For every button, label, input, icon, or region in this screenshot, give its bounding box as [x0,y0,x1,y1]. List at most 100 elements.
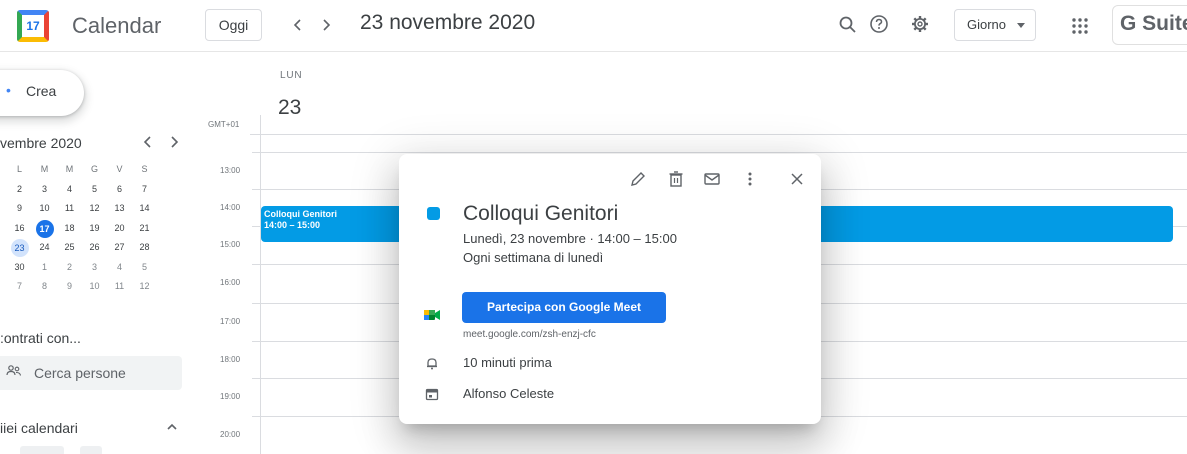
settings-button[interactable] [907,11,935,39]
hour-label: 20:00 [220,430,241,439]
mini-calendar-day[interactable]: 27 [107,238,132,258]
view-selector[interactable]: Giorno [954,9,1036,41]
mini-calendar-day[interactable]: 30 [7,258,32,278]
mini-calendar-day[interactable]: 18 [57,219,82,239]
app-title[interactable]: Calendar [72,13,161,39]
join-meet-button[interactable]: Partecipa con Google Meet [462,292,666,323]
mini-calendar-day-number: 13 [114,203,125,213]
mini-calendar-day-number: 14 [139,203,150,213]
mini-calendar-day[interactable]: 21 [132,219,157,239]
email-guests-button[interactable] [701,168,723,190]
meet-link[interactable]: meet.google.com/zsh-enzj-cfc [463,329,596,340]
mini-calendar-day[interactable]: 2 [57,258,82,278]
chevron-left-icon [293,19,301,31]
mini-calendar-grid: L M M G V S 2 3 4 5 6 7 9 10 11 12 13 14 16 17 18 19 20 21 23 24 2… [7,160,187,297]
mini-calendar-day-number: 17 [35,219,54,238]
mini-calendar-day[interactable]: 7 [132,180,157,200]
mini-calendar-day[interactable]: 10 [32,199,57,219]
mini-calendar-day[interactable]: 8 [32,277,57,297]
mini-calendar-week: 30 1 2 3 4 5 [7,258,187,278]
mini-calendar-day[interactable]: 6 [107,180,132,200]
mini-calendar-day[interactable]: 10 [82,277,107,297]
logo-day: 17 [26,19,40,33]
today-button[interactable]: Oggi [205,9,262,41]
mini-calendar-day[interactable]: 4 [107,258,132,278]
apps-button[interactable] [1068,14,1092,38]
mini-calendar-week: 16 17 18 19 20 21 [7,219,187,239]
mini-calendar-day-number: 7 [141,183,147,194]
mini-calendar-day-number: 1 [41,261,47,272]
mini-calendar-day[interactable]: 12 [132,277,157,297]
my-calendars-toggle[interactable] [166,420,178,436]
mini-calendar-day[interactable]: 25 [57,238,82,258]
popup-date-time: Lunedì, 23 novembre · 14:00 – 15:00 [463,231,677,246]
mini-calendar-day[interactable]: 11 [57,199,82,219]
mini-calendar-week: 23 24 25 26 27 28 [7,238,187,258]
top-bar: 17 Calendar Oggi 23 novembre 2020 Giorno… [0,0,1187,52]
edit-button[interactable] [627,168,649,190]
previous-day-button[interactable] [286,11,310,39]
mini-calendar-day[interactable]: 12 [82,199,107,219]
mini-calendar-day[interactable]: 5 [82,180,107,200]
edit-icon [631,172,645,186]
mini-calendar-day[interactable]: 3 [82,258,107,278]
mini-calendar-day[interactable]: 7 [7,277,32,297]
mini-calendar-day-number: 21 [139,222,150,233]
mini-calendar-day[interactable]: 20 [107,219,132,239]
mini-calendar-day[interactable]: 26 [82,238,107,258]
timezone-label: GMT+01 [208,120,240,129]
mini-calendar-day[interactable]: 3 [32,180,57,200]
close-icon [791,173,803,185]
create-button-label: Crea [26,83,57,99]
mini-calendar-day-number: 6 [116,183,122,194]
mini-calendar-day-number: 2 [66,261,72,272]
mini-calendar-day[interactable]: 23 [7,238,32,258]
mini-calendar-day[interactable]: 16 [7,219,32,239]
weekday-header: L [16,164,22,174]
calendar-logo-icon[interactable]: 17 [17,10,49,42]
mini-calendar-day-number: 4 [116,261,122,272]
my-calendars-title[interactable]: iiei calendari [0,420,78,436]
dropdown-caret-icon [1017,23,1025,28]
mini-calendar-day[interactable]: 28 [132,238,157,258]
next-day-button[interactable] [314,11,338,39]
help-button[interactable] [866,11,894,39]
mini-calendar-day[interactable]: 13 [107,199,132,219]
mini-calendar-day[interactable]: 24 [32,238,57,258]
hour-label: 14:00 [220,203,241,212]
mini-calendar-day[interactable]: 4 [57,180,82,200]
mini-next-month-button[interactable] [168,135,180,154]
bell-icon [427,358,437,370]
event-details-popup: Colloqui Genitori Lunedì, 23 novembre · … [399,154,821,424]
mini-calendar-day-number: 23 [10,239,29,257]
mini-calendar-day-number: 18 [64,222,75,233]
mini-calendar-day[interactable]: 1 [32,258,57,278]
mini-prev-month-button[interactable] [142,135,154,154]
more-options-button[interactable] [739,168,761,190]
day-number[interactable]: 23 [278,96,301,120]
mini-calendar-day[interactable]: 19 [82,219,107,239]
mini-calendar-day[interactable]: 11 [107,277,132,297]
mini-calendar-day-number: 28 [139,242,150,252]
close-button[interactable] [786,168,808,190]
mini-calendar-day[interactable]: 9 [7,199,32,219]
calendar-list-item[interactable] [80,446,102,454]
email-icon [704,173,720,185]
mini-calendar-day-number: 11 [64,203,75,213]
apps-grid-icon [1072,18,1088,34]
mini-calendar-day-number: 19 [89,222,100,233]
hour-label: 18:00 [220,355,241,364]
mini-calendar-day-number: 11 [114,281,125,291]
mini-calendar-day[interactable]: 2 [7,180,32,200]
mini-calendar-day[interactable]: 9 [57,277,82,297]
mini-calendar-day[interactable]: 5 [132,258,157,278]
search-people-field[interactable]: Cerca persone [0,356,182,390]
calendar-list-item[interactable] [20,446,64,454]
mini-calendar-day-number: 12 [89,203,100,213]
search-button[interactable] [834,11,862,39]
delete-button[interactable] [665,168,687,190]
mini-calendar-month: vembre 2020 [0,135,82,151]
mini-calendar-day[interactable]: 14 [132,199,157,219]
mini-calendar-day-number: 5 [141,261,147,272]
mini-calendar-day[interactable]: 17 [32,219,57,239]
